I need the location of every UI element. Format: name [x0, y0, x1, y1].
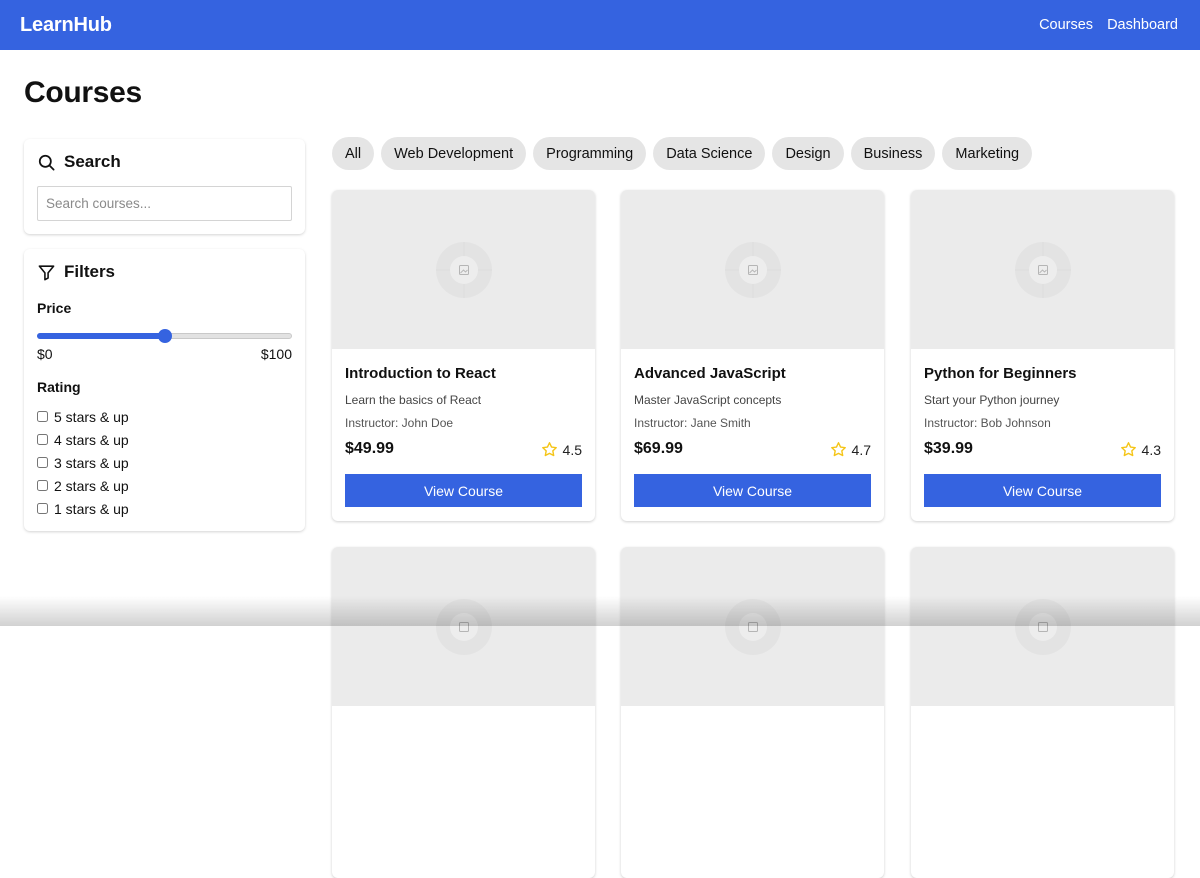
rating-checkbox-3[interactable]: [37, 457, 48, 468]
rating-option-label: 5 stars & up: [54, 408, 129, 425]
price-max: $100: [260, 346, 292, 362]
star-icon: [541, 442, 557, 457]
course-rating: 4.3: [1120, 441, 1161, 458]
course-rating: 4.7: [830, 441, 871, 458]
view-course-button[interactable]: View Course: [924, 474, 1161, 507]
filter-icon: [38, 264, 55, 280]
course-thumbnail: [911, 190, 1174, 349]
rating-option-label: 3 stars & up: [54, 454, 129, 471]
course-description: Master JavaScript concepts: [634, 393, 782, 407]
course-instructor: Instructor: Bob Johnson: [924, 416, 1051, 430]
price-min: $0: [37, 346, 53, 362]
search-panel: Search: [24, 139, 305, 234]
category-chip-web-development[interactable]: Web Development: [381, 137, 527, 170]
course-card: [621, 547, 884, 878]
view-course-button[interactable]: View Course: [634, 474, 871, 507]
search-input[interactable]: [37, 186, 292, 221]
rating-option: 2 stars & up: [37, 474, 129, 497]
category-chip-design[interactable]: Design: [772, 137, 844, 170]
course-card: [332, 547, 595, 878]
top-nav: Courses Dashboard: [1039, 17, 1178, 33]
rating-option: 5 stars & up: [37, 405, 129, 428]
image-placeholder-icon: [724, 241, 781, 298]
rating-checkbox-1[interactable]: [37, 503, 48, 514]
course-thumbnail: [332, 190, 595, 349]
course-price: $69.99: [634, 440, 683, 457]
price-slider[interactable]: [37, 329, 292, 343]
rating-checkbox-5[interactable]: [37, 411, 48, 422]
rating-option: 3 stars & up: [37, 451, 129, 474]
image-placeholder-icon: [1014, 598, 1071, 655]
rating-option: 4 stars & up: [37, 428, 129, 451]
star-icon: [830, 442, 846, 457]
nav-link-dashboard[interactable]: Dashboard: [1107, 17, 1178, 33]
course-description: Start your Python journey: [924, 393, 1060, 407]
filters-panel: Filters Price $0 $100 Rating 5 stars & u…: [24, 249, 305, 531]
brand-logo[interactable]: LearnHub: [20, 14, 112, 37]
course-rating: 4.5: [541, 441, 582, 458]
course-title: Introduction to React: [345, 365, 496, 382]
course-title: Advanced JavaScript: [634, 365, 786, 382]
category-chip-business[interactable]: Business: [850, 137, 936, 170]
course-thumbnail: [621, 547, 884, 706]
course-rating-value: 4.7: [851, 441, 871, 458]
course-rating-value: 4.5: [562, 441, 582, 458]
course-instructor: Instructor: Jane Smith: [634, 416, 751, 430]
category-chips: All Web Development Programming Data Sci…: [332, 137, 1033, 170]
price-label: Price: [37, 300, 72, 316]
course-instructor: Instructor: John Doe: [345, 416, 454, 430]
image-placeholder-icon: [435, 241, 492, 298]
course-thumbnail: [621, 190, 884, 349]
image-placeholder-icon: [724, 598, 781, 655]
price-slider-thumb[interactable]: [157, 329, 172, 343]
course-price: $49.99: [345, 440, 394, 457]
course-card: [911, 547, 1174, 878]
course-title: Python for Beginners: [924, 365, 1077, 382]
nav-link-courses[interactable]: Courses: [1039, 17, 1093, 33]
search-icon: [38, 154, 55, 170]
category-chip-marketing[interactable]: Marketing: [942, 137, 1033, 170]
rating-option-label: 4 stars & up: [54, 431, 129, 448]
rating-option-label: 1 stars & up: [54, 500, 129, 517]
category-chip-programming[interactable]: Programming: [533, 137, 647, 170]
price-slider-fill: [37, 333, 165, 339]
category-chip-all[interactable]: All: [332, 137, 375, 170]
image-placeholder-icon: [435, 598, 492, 655]
course-description: Learn the basics of React: [345, 393, 482, 407]
category-chip-data-science[interactable]: Data Science: [653, 137, 766, 170]
course-card: Introduction to React Learn the basics o…: [332, 190, 595, 521]
rating-option-label: 2 stars & up: [54, 477, 129, 494]
view-course-button[interactable]: View Course: [345, 474, 582, 507]
course-rating-value: 4.3: [1141, 441, 1161, 458]
rating-option: 1 stars & up: [37, 497, 129, 520]
top-navbar: LearnHub Courses Dashboard: [0, 0, 1200, 50]
search-heading-label: Search: [64, 152, 121, 171]
page-title: Courses: [24, 76, 142, 109]
star-icon: [1120, 442, 1136, 457]
course-thumbnail: [911, 547, 1174, 706]
course-price: $39.99: [924, 440, 973, 457]
filters-heading-label: Filters: [64, 262, 116, 281]
course-card: Advanced JavaScript Master JavaScript co…: [621, 190, 884, 521]
rating-options: 5 stars & up 4 stars & up 3 stars & up 2…: [37, 405, 129, 520]
rating-checkbox-2[interactable]: [37, 480, 48, 491]
rating-label: Rating: [37, 379, 81, 395]
image-placeholder-icon: [1014, 241, 1071, 298]
course-card: Python for Beginners Start your Python j…: [911, 190, 1174, 521]
rating-checkbox-4[interactable]: [37, 434, 48, 445]
course-thumbnail: [332, 547, 595, 706]
filters-heading: Filters: [37, 262, 115, 282]
search-heading: Search: [37, 152, 121, 172]
